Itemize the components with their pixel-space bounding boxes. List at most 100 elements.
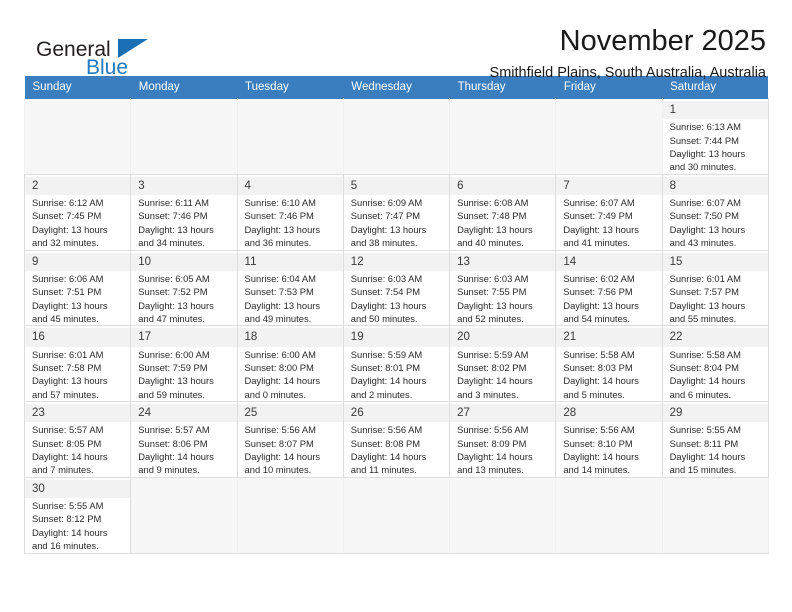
calendar-day-cell[interactable]: 26 Sunrise: 5:56 AM Sunset: 8:08 PM Dayli… [342,401,451,478]
calendar-day-cell[interactable]: 1 Sunrise: 6:13 AM Sunset: 7:44 PM Daylig… [661,98,769,175]
day-cell-content: 3 Sunrise: 6:11 AM Sunset: 7:46 PM Daylig… [131,175,237,250]
sun-times-detail: Sunrise: 5:57 AM Sunset: 8:06 PM Dayligh… [138,424,214,476]
sun-times-detail: Sunrise: 6:01 AM Sunset: 7:57 PM Dayligh… [669,272,746,324]
calendar-day-cell[interactable]: 24 Sunrise: 5:57 AM Sunset: 8:06 PM Dayli… [130,401,238,478]
calendar-week-row: 30 Sunrise: 5:55 AM Sunset: 8:12 PM Dayli… [23,476,769,554]
calendar-day-cell[interactable]: 12 Sunrise: 6:03 AM Sunset: 7:54 PM Dayli… [342,249,451,327]
day-cell-content: 23 Sunrise: 5:57 AM Sunset: 8:05 PM Dayli… [25,402,131,477]
day-cell-content: 11 Sunrise: 6:04 AM Sunset: 7:53 PM Dayli… [237,251,343,326]
calendar-day-cell[interactable]: 20 Sunrise: 5:59 AM Sunset: 8:02 PM Dayli… [449,325,557,402]
calendar-day-cell[interactable]: 16 Sunrise: 6:01 AM Sunset: 7:58 PM Dayli… [23,325,132,402]
sun-times-detail: Sunrise: 6:06 AM Sunset: 7:51 PM Dayligh… [32,272,108,324]
calendar-day-cell[interactable]: 6 Sunrise: 6:08 AM Sunset: 7:48 PM Daylig… [449,173,557,251]
calendar-empty-cell [342,98,451,175]
sun-times-detail: Sunrise: 6:09 AM Sunset: 7:47 PM Dayligh… [350,197,427,249]
calendar-week-row: 23 Sunrise: 5:57 AM Sunset: 8:05 PM Dayli… [23,401,769,478]
day-number: 10 [131,252,237,271]
calendar-empty-cell [449,98,557,175]
day-number: 6 [450,176,556,196]
sun-times-detail: Sunrise: 5:56 AM Sunset: 8:09 PM Dayligh… [457,424,533,476]
day-number: 9 [25,252,131,271]
day-cell-content: 6 Sunrise: 6:08 AM Sunset: 7:48 PM Daylig… [450,175,556,250]
day-number: 28 [556,404,662,423]
calendar-week-row: 1 Sunrise: 6:13 AM Sunset: 7:44 PM Daylig… [23,98,769,175]
calendar-day-cell[interactable]: 10 Sunrise: 6:05 AM Sunset: 7:52 PM Dayli… [130,249,238,327]
calendar-day-cell[interactable]: 22 Sunrise: 5:58 AM Sunset: 8:04 PM Dayli… [661,325,769,402]
sun-times-detail: Sunrise: 6:02 AM Sunset: 7:56 PM Dayligh… [563,272,639,324]
calendar-page: General Blue November 2025 Smithfield Pl… [0,0,792,612]
day-number: 30 [25,479,131,499]
calendar-empty-cell [555,476,663,554]
calendar-day-cell[interactable]: 5 Sunrise: 6:09 AM Sunset: 7:47 PM Daylig… [342,173,451,251]
day-number: 2 [25,176,131,196]
day-cell-content: 25 Sunrise: 5:56 AM Sunset: 8:07 PM Dayli… [237,402,343,477]
day-cell-content: 10 Sunrise: 6:05 AM Sunset: 7:52 PM Dayli… [131,251,237,326]
sun-times-detail: Sunrise: 5:55 AM Sunset: 8:11 PM Dayligh… [669,424,746,476]
calendar-empty-cell [236,476,344,554]
day-number: 5 [343,176,450,196]
sun-times-detail: Sunrise: 5:58 AM Sunset: 8:04 PM Dayligh… [669,348,746,400]
calendar-day-cell[interactable]: 13 Sunrise: 6:03 AM Sunset: 7:55 PM Dayli… [449,249,557,327]
day-number: 14 [556,252,662,271]
calendar-day-cell[interactable]: 7 Sunrise: 6:07 AM Sunset: 7:49 PM Daylig… [555,173,663,251]
day-cell-content: 17 Sunrise: 6:00 AM Sunset: 7:59 PM Dayli… [131,326,237,401]
day-number: 20 [450,328,556,347]
logo-text-blue: Blue [86,56,129,79]
day-cell-content: 19 Sunrise: 5:59 AM Sunset: 8:01 PM Dayli… [343,326,450,401]
day-number: 21 [556,328,662,347]
day-cell-content: 8 Sunrise: 6:07 AM Sunset: 7:50 PM Daylig… [662,175,768,250]
sun-times-detail: Sunrise: 6:12 AM Sunset: 7:45 PM Dayligh… [32,197,108,249]
day-cell-content: 29 Sunrise: 5:55 AM Sunset: 8:11 PM Dayli… [662,402,768,477]
day-cell-content: 1 Sunrise: 6:13 AM Sunset: 7:44 PM Daylig… [662,99,768,174]
calendar-day-cell[interactable]: 27 Sunrise: 5:56 AM Sunset: 8:09 PM Dayli… [449,401,557,478]
calendar-empty-cell [342,476,451,554]
day-number: 24 [131,404,237,423]
calendar-day-cell[interactable]: 15 Sunrise: 6:01 AM Sunset: 7:57 PM Dayli… [661,249,769,327]
day-number: 8 [662,176,768,196]
calendar-day-cell[interactable]: 11 Sunrise: 6:04 AM Sunset: 7:53 PM Dayli… [236,249,344,327]
day-cell-content: 4 Sunrise: 6:10 AM Sunset: 7:46 PM Daylig… [237,175,343,250]
calendar-day-cell[interactable]: 18 Sunrise: 6:00 AM Sunset: 8:00 PM Dayli… [236,325,344,402]
calendar-day-cell[interactable]: 9 Sunrise: 6:06 AM Sunset: 7:51 PM Daylig… [23,249,132,327]
calendar-day-cell[interactable]: 3 Sunrise: 6:11 AM Sunset: 7:46 PM Daylig… [130,173,238,251]
calendar-day-cell[interactable]: 14 Sunrise: 6:02 AM Sunset: 7:56 PM Dayli… [555,249,663,327]
calendar-day-cell[interactable]: 17 Sunrise: 6:00 AM Sunset: 7:59 PM Dayli… [130,325,238,402]
calendar-empty-cell [130,98,238,175]
day-number: 22 [662,328,768,347]
calendar-empty-cell [661,476,769,554]
calendar-day-cell[interactable]: 29 Sunrise: 5:55 AM Sunset: 8:11 PM Dayli… [661,401,769,478]
calendar-day-cell[interactable]: 8 Sunrise: 6:07 AM Sunset: 7:50 PM Daylig… [661,173,769,251]
calendar-day-cell[interactable]: 30 Sunrise: 5:55 AM Sunset: 8:12 PM Dayli… [23,476,132,554]
sun-times-detail: Sunrise: 6:08 AM Sunset: 7:48 PM Dayligh… [457,197,533,249]
sun-times-detail: Sunrise: 5:59 AM Sunset: 8:01 PM Dayligh… [350,348,427,400]
calendar-day-cell[interactable]: 23 Sunrise: 5:57 AM Sunset: 8:05 PM Dayli… [23,401,132,478]
sun-times-detail: Sunrise: 6:01 AM Sunset: 7:58 PM Dayligh… [32,348,108,400]
day-number: 13 [450,252,556,271]
calendar-day-cell[interactable]: 28 Sunrise: 5:56 AM Sunset: 8:10 PM Dayli… [555,401,663,478]
day-number: 18 [237,328,343,347]
day-number: 25 [237,404,343,423]
page-subtitle: Smithfield Plains, South Australia, Aust… [489,65,766,82]
calendar-day-cell[interactable]: 2 Sunrise: 6:12 AM Sunset: 7:45 PM Daylig… [23,173,132,251]
sun-times-detail: Sunrise: 5:55 AM Sunset: 8:12 PM Dayligh… [32,500,108,552]
calendar-day-cell[interactable]: 4 Sunrise: 6:10 AM Sunset: 7:46 PM Daylig… [236,173,344,251]
sun-times-detail: Sunrise: 6:03 AM Sunset: 7:54 PM Dayligh… [350,272,427,324]
day-cell-content: 30 Sunrise: 5:55 AM Sunset: 8:12 PM Dayli… [25,478,131,553]
calendar-day-cell[interactable]: 21 Sunrise: 5:58 AM Sunset: 8:03 PM Dayli… [555,325,663,402]
calendar-empty-cell [236,98,344,175]
day-cell-content: 15 Sunrise: 6:01 AM Sunset: 7:57 PM Dayli… [662,251,768,326]
day-cell-content: 9 Sunrise: 6:06 AM Sunset: 7:51 PM Daylig… [25,251,131,326]
day-cell-content: 5 Sunrise: 6:09 AM Sunset: 7:47 PM Daylig… [343,175,450,250]
calendar-empty-cell [130,476,238,554]
day-cell-content: 22 Sunrise: 5:58 AM Sunset: 8:04 PM Dayli… [662,326,768,401]
sun-times-detail: Sunrise: 6:00 AM Sunset: 8:00 PM Dayligh… [244,348,321,400]
calendar-day-cell[interactable]: 25 Sunrise: 5:56 AM Sunset: 8:07 PM Dayli… [236,401,344,478]
sun-times-detail: Sunrise: 5:56 AM Sunset: 8:10 PM Dayligh… [563,424,639,476]
day-cell-content: 26 Sunrise: 5:56 AM Sunset: 8:08 PM Dayli… [343,402,450,477]
day-number: 1 [662,101,768,120]
day-cell-content: 2 Sunrise: 6:12 AM Sunset: 7:45 PM Daylig… [25,175,131,250]
calendar-empty-cell [555,98,663,175]
sun-times-detail: Sunrise: 6:07 AM Sunset: 7:49 PM Dayligh… [563,197,639,249]
calendar-day-cell[interactable]: 19 Sunrise: 5:59 AM Sunset: 8:01 PM Dayli… [342,325,451,402]
calendar-empty-cell [23,98,132,175]
